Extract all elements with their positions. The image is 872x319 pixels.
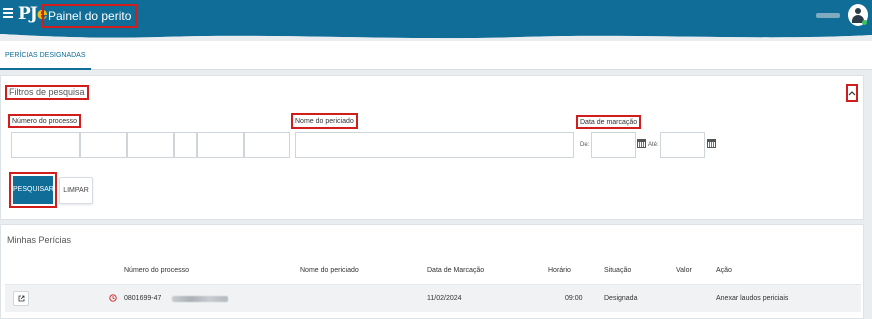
processo-tribunal-field[interactable]: [197, 132, 244, 158]
app-title: Painel do perito: [42, 4, 138, 28]
tab-pericias-designadas[interactable]: PERÍCIAS DESIGNADAS: [0, 41, 91, 70]
data-de-label: De:: [580, 142, 590, 148]
nome-periciado-input[interactable]: [295, 132, 574, 158]
clock-icon: [109, 294, 117, 302]
numero-processo-label: Número do processo: [8, 114, 81, 128]
calendar-icon[interactable]: [707, 139, 716, 148]
processo-numero[interactable]: 0801699-47: [124, 295, 161, 302]
collapse-filters-button[interactable]: [846, 84, 858, 102]
data-marcacao-label: Data de marcação: [576, 115, 642, 129]
open-details-button[interactable]: [13, 291, 29, 306]
processo-numero-field[interactable]: [11, 132, 80, 158]
nome-periciado-label: Nome do periciado: [291, 113, 358, 129]
data-ate-input[interactable]: [660, 132, 705, 158]
processo-digito-field[interactable]: [80, 132, 127, 158]
minhas-pericias-panel: Minhas Perícias Número do processo Nome …: [0, 224, 864, 319]
tab-bar: PERÍCIAS DESIGNADAS: [0, 41, 872, 70]
column-header: Situação: [604, 267, 632, 274]
menu-icon[interactable]: [3, 8, 13, 18]
anexar-laudos-link[interactable]: Anexar laudos periciais: [716, 295, 788, 302]
data-de-input[interactable]: [591, 132, 636, 158]
online-status-dot: [862, 20, 867, 25]
table-row: 0801699-47 11/02/2024 09:00 Designada An…: [5, 284, 861, 312]
situacao: Designada: [604, 295, 638, 302]
pesquisar-button[interactable]: PESQUISAR: [9, 172, 57, 208]
user-name: [816, 13, 840, 18]
column-header: Valor: [676, 267, 692, 274]
processo-origem-field[interactable]: [244, 132, 290, 158]
column-header: Data de Marcação: [427, 267, 485, 274]
chevron-up-icon: [848, 91, 856, 96]
data-ate-label: Até:: [648, 142, 659, 148]
processo-segmento-field[interactable]: [174, 132, 197, 158]
calendar-icon[interactable]: [637, 139, 646, 148]
external-link-icon: [18, 295, 24, 302]
horario: 09:00: [565, 295, 583, 302]
section-title: Minhas Perícias: [7, 235, 72, 245]
column-header: Ação: [716, 267, 732, 274]
redacted-text: [172, 296, 228, 302]
column-header: Nome do periciado: [300, 267, 359, 274]
column-header: Horário: [548, 267, 571, 274]
top-bar: PJe Painel do perito: [0, 0, 872, 31]
header-wave: [0, 31, 872, 41]
processo-ano-field[interactable]: [127, 132, 174, 158]
filters-panel: Filtros de pesquisa Número do processo N…: [0, 75, 864, 220]
column-header: Número do processo: [124, 267, 189, 274]
data-marcacao: 11/02/2024: [427, 295, 462, 302]
filters-title[interactable]: Filtros de pesquisa: [5, 85, 89, 100]
limpar-button[interactable]: LIMPAR: [59, 177, 93, 204]
